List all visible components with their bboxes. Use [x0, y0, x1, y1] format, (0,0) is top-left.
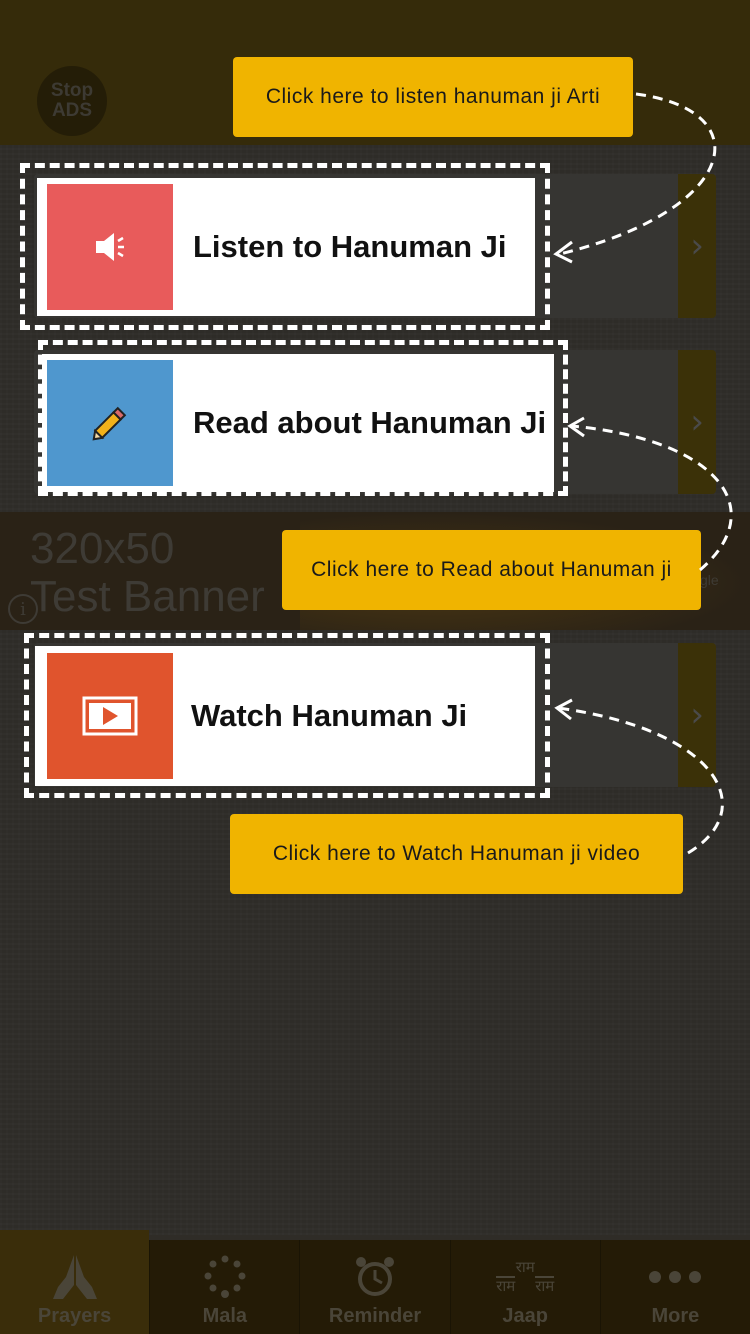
chevron-right-icon: › [690, 695, 704, 735]
listen-card[interactable]: Listen to Hanuman Ji [37, 178, 535, 316]
pencil-icon [92, 406, 127, 441]
watch-card[interactable]: Watch Hanuman Ji [35, 646, 535, 786]
watch-label: Watch Hanuman Ji [191, 698, 468, 733]
read-label: Read about Hanuman Ji [193, 405, 547, 440]
video-play-icon [82, 696, 138, 736]
tooltip-watch: Click here to Watch Hanuman ji video [230, 814, 683, 894]
nav-reminder-label: Reminder [328, 1305, 422, 1327]
alarm-clock-icon [352, 1253, 398, 1301]
stop-ads-button[interactable]: Stop ADS [37, 66, 107, 136]
more-dots-icon [647, 1253, 703, 1301]
nav-more[interactable]: More [601, 1240, 750, 1334]
ad-info-icon[interactable]: i [8, 594, 38, 624]
read-tile [47, 360, 173, 486]
nav-prayers[interactable]: Prayers [0, 1230, 150, 1334]
nav-prayers-label: Prayers [37, 1305, 112, 1327]
tooltip-read: Click here to Read about Hanuman ji [282, 530, 701, 610]
ram-glyph-right: राम [535, 1276, 555, 1295]
speaker-icon [96, 233, 124, 261]
ad-text-title: Test Banner [30, 572, 265, 621]
watch-tile [47, 653, 173, 779]
nav-jaap-label: Jaap [502, 1305, 548, 1327]
read-card[interactable]: Read about Hanuman Ji [42, 354, 554, 492]
chevron-right-icon: › [690, 402, 704, 442]
mala-beads-icon [202, 1253, 248, 1301]
praying-hands-icon [49, 1253, 101, 1301]
nav-reminder[interactable]: Reminder [300, 1240, 449, 1334]
ad-text-size: 320x50 [30, 524, 175, 573]
listen-label: Listen to Hanuman Ji [193, 229, 507, 264]
ram-text-icon: राम राम राम [496, 1253, 555, 1301]
ad-brand-text: gle [700, 572, 719, 588]
ram-glyph-top: राम [515, 1258, 535, 1276]
bottom-nav: Prayers Mala Reminder राम राम राम Jaap M… [0, 1230, 750, 1334]
chevron-right-icon: › [690, 226, 704, 266]
nav-mala[interactable]: Mala [150, 1240, 299, 1334]
nav-jaap[interactable]: राम राम राम Jaap [451, 1240, 600, 1334]
tooltip-listen: Click here to listen hanuman ji Arti [233, 57, 633, 137]
listen-tile [47, 184, 173, 310]
nav-mala-label: Mala [202, 1305, 248, 1327]
ram-glyph-left: राम [496, 1276, 516, 1295]
nav-more-label: More [651, 1305, 700, 1327]
